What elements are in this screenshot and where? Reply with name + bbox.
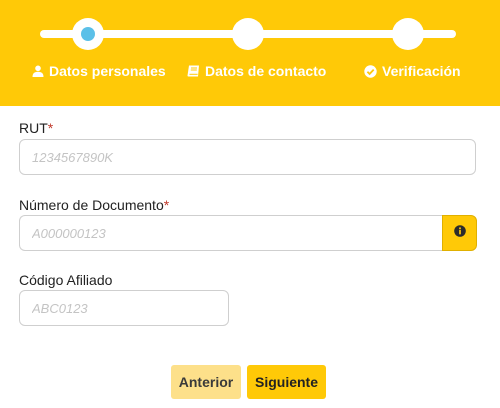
- user-icon: [32, 65, 44, 77]
- step-indicator-1[interactable]: [72, 18, 104, 50]
- book-icon: [187, 65, 200, 77]
- check-circle-icon: [364, 64, 377, 78]
- required-mark: *: [47, 120, 54, 136]
- previous-button[interactable]: Anterior: [171, 365, 241, 399]
- step-indicator-2[interactable]: [232, 18, 264, 50]
- next-button[interactable]: Siguiente: [247, 365, 326, 399]
- afiliado-label: Código Afiliado: [19, 272, 113, 288]
- step-label-datos-contacto: Datos de contacto: [187, 63, 326, 79]
- step-indicator-3[interactable]: [392, 18, 424, 50]
- step-label-text: Verificación: [382, 63, 461, 79]
- info-icon: [453, 224, 466, 242]
- required-mark: *: [163, 197, 170, 213]
- step-label-verificacion: Verificación: [364, 63, 461, 79]
- afiliado-input[interactable]: [19, 290, 229, 326]
- documento-info-button[interactable]: [442, 215, 477, 251]
- rut-label: RUT*: [19, 120, 54, 136]
- documento-input-group: [19, 215, 477, 251]
- rut-input[interactable]: [19, 139, 476, 175]
- step-label-text: Datos personales: [49, 63, 166, 79]
- documento-label: Número de Documento*: [19, 197, 170, 213]
- documento-input[interactable]: [19, 215, 443, 251]
- step-label-datos-personales: Datos personales: [32, 63, 166, 79]
- step-label-text: Datos de contacto: [205, 63, 327, 79]
- progress-stepper: Datos personales Datos de contacto Verif…: [0, 0, 500, 106]
